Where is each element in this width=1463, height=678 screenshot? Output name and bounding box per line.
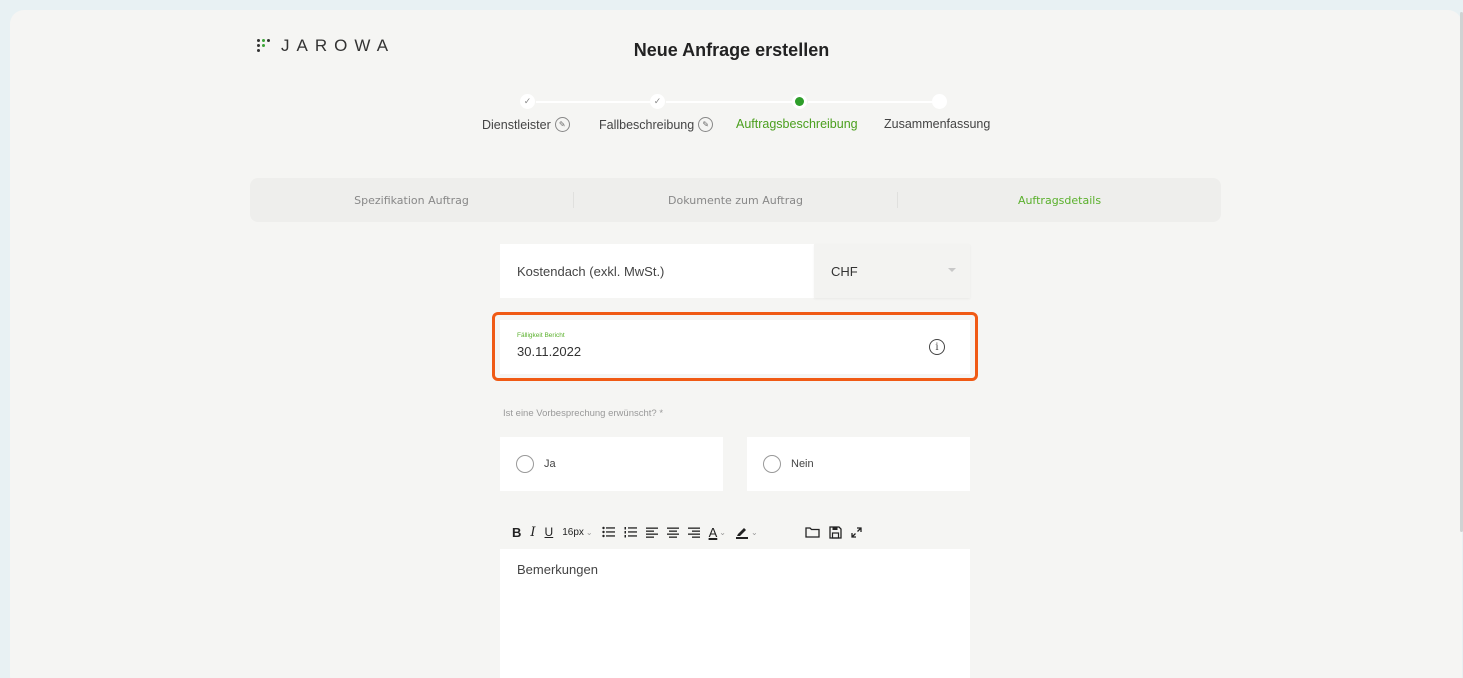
- tab-auftragsdetails[interactable]: Auftragsdetails: [898, 194, 1221, 207]
- chevron-down-icon: ⌄: [585, 527, 593, 537]
- align-left-icon[interactable]: [645, 522, 658, 542]
- step-label: Zusammenfassung: [884, 117, 991, 131]
- info-icon[interactable]: i: [929, 339, 945, 355]
- due-date-label: Fälligkeit Bericht: [517, 332, 565, 339]
- step-connector: [808, 101, 934, 103]
- stepper: ✓ ✓ Dienstleister ✎ Fallbeschreibung ✎ A…: [470, 92, 1010, 142]
- currency-value: CHF: [831, 263, 858, 279]
- step-label: Auftragsbeschreibung: [736, 117, 858, 131]
- pencil-icon[interactable]: ✎: [554, 117, 570, 132]
- cost-cap-input[interactable]: Kostendach (exkl. MwSt.): [500, 244, 814, 298]
- italic-button[interactable]: I: [530, 522, 535, 542]
- bullet-list-icon[interactable]: [601, 522, 615, 542]
- radio-option-ja[interactable]: Ja: [500, 437, 723, 491]
- save-icon[interactable]: [829, 522, 842, 542]
- font-color-icon: A: [708, 524, 718, 540]
- step-done-check-icon: ✓: [650, 94, 665, 109]
- step-connector: [666, 101, 792, 103]
- page-title: Neue Anfrage erstellen: [633, 40, 830, 60]
- due-date-field[interactable]: Fälligkeit Bericht 30.11.2022 i: [500, 320, 970, 374]
- cost-cap-placeholder: Kostendach (exkl. MwSt.): [517, 263, 665, 279]
- radio-label: Ja: [544, 458, 556, 470]
- remarks-placeholder: Bemerkungen: [517, 562, 598, 577]
- step-fallbeschreibung[interactable]: Fallbeschreibung ✎: [599, 117, 714, 132]
- caret-down-icon: [948, 268, 956, 272]
- numbered-list-icon[interactable]: [624, 522, 637, 542]
- align-center-icon[interactable]: [666, 522, 679, 542]
- marker-icon: [735, 527, 748, 539]
- font-color-select[interactable]: A ⌄: [709, 522, 726, 542]
- remarks-editor[interactable]: B I U 16px ⌄ A ⌄ ⌄ Bemerkungen: [500, 515, 970, 678]
- due-date-value: 30.11.2022: [517, 344, 582, 359]
- bold-button[interactable]: B: [512, 522, 521, 542]
- underline-button[interactable]: U: [545, 522, 554, 542]
- step-label: Fallbeschreibung: [599, 117, 695, 132]
- step-zusammenfassung: Zusammenfassung: [884, 117, 990, 131]
- radio-circle-icon[interactable]: [763, 455, 781, 473]
- editor-toolbar: B I U 16px ⌄ A ⌄ ⌄: [500, 515, 970, 549]
- pencil-icon[interactable]: ✎: [698, 117, 714, 132]
- chevron-down-icon: ⌄: [719, 527, 726, 537]
- step-pending-dot: [932, 94, 947, 109]
- step-auftragsbeschreibung: Auftragsbeschreibung: [736, 117, 858, 131]
- folder-icon[interactable]: [805, 522, 820, 542]
- highlight-color-select[interactable]: ⌄: [735, 522, 758, 542]
- step-active-dot: [792, 94, 807, 109]
- expand-icon[interactable]: [851, 522, 862, 542]
- radio-circle-icon[interactable]: [516, 455, 534, 473]
- align-right-icon[interactable]: [687, 522, 700, 542]
- subtabs: Spezifikation Auftrag Dokumente zum Auft…: [250, 178, 1221, 222]
- tab-spezifikation-auftrag[interactable]: Spezifikation Auftrag: [250, 194, 573, 207]
- chevron-down-icon: ⌄: [750, 527, 758, 537]
- step-connector: [536, 101, 658, 103]
- radio-label: Nein: [791, 458, 814, 470]
- tab-dokumente-zum-auftrag[interactable]: Dokumente zum Auftrag: [574, 194, 897, 207]
- currency-select[interactable]: CHF: [814, 244, 970, 298]
- step-label: Dienstleister: [482, 117, 551, 132]
- step-dienstleister[interactable]: Dienstleister ✎: [482, 117, 570, 132]
- meeting-question: Ist eine Vorbesprechung erwünscht? *: [503, 408, 664, 419]
- step-done-check-icon: ✓: [520, 94, 535, 109]
- font-size-select[interactable]: 16px ⌄: [562, 522, 592, 542]
- radio-option-nein[interactable]: Nein: [747, 437, 970, 491]
- font-size-value: 16px: [562, 526, 584, 538]
